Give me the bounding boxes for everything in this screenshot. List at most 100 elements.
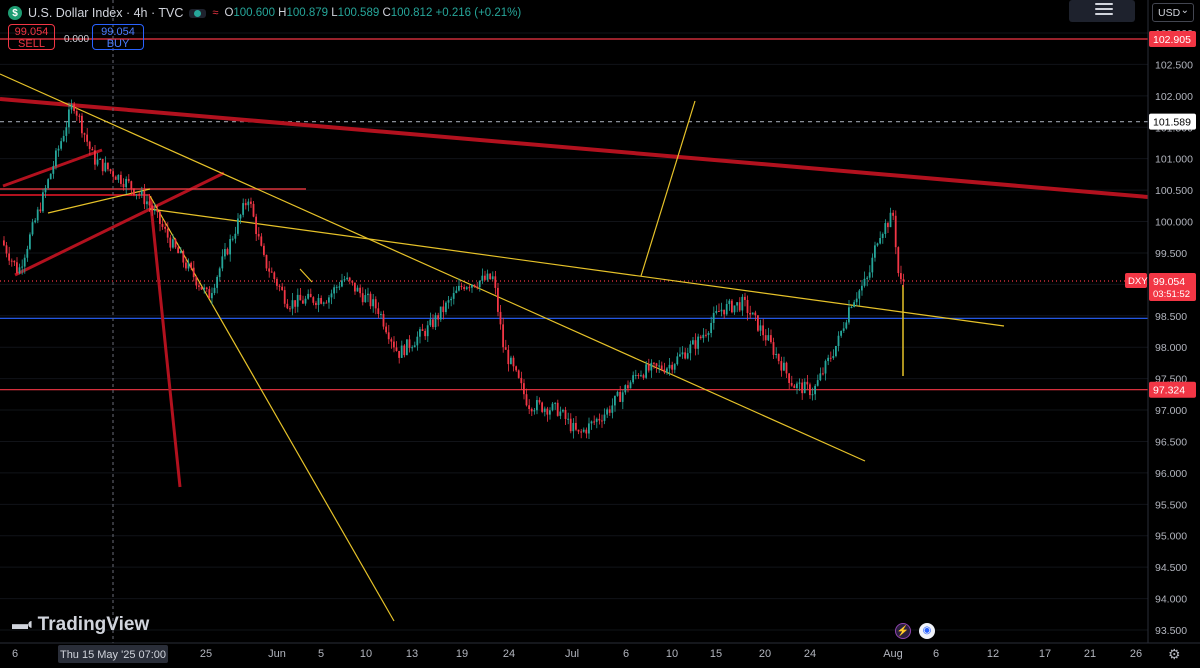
candle-body (445, 302, 447, 313)
candle-body (497, 287, 499, 312)
candle-body (845, 322, 848, 329)
candle-body (489, 273, 491, 279)
market-status[interactable] (189, 8, 207, 18)
candle-body (595, 418, 598, 422)
yellow-trendline-1 (0, 73, 866, 462)
candle-body (606, 409, 608, 415)
candle-body (491, 276, 494, 279)
candle-body (229, 239, 231, 255)
candle-body (715, 310, 718, 313)
candle-body (736, 302, 738, 306)
candle-body (239, 214, 242, 219)
symbol-tag-text: DXY (1128, 276, 1148, 287)
price-tick: 101.000 (1155, 154, 1193, 166)
tv-logo-icon: ▬◖ (12, 616, 35, 633)
candle-body (86, 134, 88, 142)
candle-body (523, 383, 525, 395)
candle-body (291, 300, 294, 309)
time-tick: 12 (987, 648, 999, 660)
candle-body (861, 285, 863, 291)
candle-body (159, 211, 161, 224)
candle-body (702, 334, 705, 339)
candle-body (99, 158, 101, 160)
candle-body (777, 353, 780, 362)
candle-body (546, 408, 549, 415)
candle-body (650, 362, 653, 371)
candle-body (177, 247, 179, 254)
candle-body (380, 313, 382, 315)
price-tick: 93.500 (1155, 625, 1187, 637)
gear-icon[interactable]: ⚙ (1168, 646, 1181, 663)
flag-icon[interactable]: ◉ (919, 623, 935, 639)
candle-body (881, 233, 884, 239)
candle-body (153, 209, 156, 211)
candle-body (348, 277, 351, 281)
candle-body (785, 362, 788, 374)
candle-body (333, 287, 335, 294)
candle-body (283, 290, 286, 304)
candle-body (757, 315, 759, 331)
candle-body (624, 385, 627, 393)
candle-body (517, 370, 520, 378)
candle-body (434, 315, 437, 328)
candle-body (361, 293, 364, 303)
candle-body (190, 262, 192, 268)
buy-price: 99.054 (101, 26, 135, 38)
time-tick: 19 (456, 648, 468, 660)
price-tick: 99.500 (1155, 248, 1187, 260)
candle-body (94, 150, 96, 165)
candle-body (276, 279, 278, 286)
candle-body (718, 310, 720, 312)
candle-body (390, 339, 393, 342)
candle-body (611, 405, 614, 413)
candle-body (424, 330, 426, 337)
buy-button[interactable]: 99.054 BUY (92, 24, 144, 50)
candle-body (603, 414, 606, 421)
candle-body (148, 201, 151, 206)
candle-body (629, 382, 632, 389)
object-tree-button[interactable] (1069, 0, 1135, 22)
candle-body (143, 190, 146, 205)
candle-body (369, 293, 372, 307)
candle-body (125, 178, 127, 188)
wave-icon[interactable]: ≈ (212, 7, 218, 19)
candle-body (842, 328, 845, 331)
candle-body (117, 174, 120, 180)
tradingview-logo[interactable]: ▬◖ TradingView (12, 614, 149, 636)
candle-body (73, 104, 75, 111)
candle-body (273, 272, 276, 280)
current-price-text: 99.054 (1153, 276, 1185, 288)
yellow-trendline-6 (299, 268, 313, 283)
price-tick: 95.500 (1155, 499, 1187, 511)
candle-body (234, 233, 237, 239)
price-tick: 98.000 (1155, 342, 1187, 354)
candle-body (395, 347, 398, 351)
candle-body (484, 275, 486, 280)
candle-body (567, 418, 569, 420)
candle-body (676, 356, 679, 365)
candle-body (463, 287, 465, 290)
candle-body (580, 431, 582, 433)
candle-body (588, 423, 590, 434)
price-chart[interactable]: 103.000102.500102.000101.500101.000100.5… (0, 0, 1200, 668)
currency-select[interactable]: USD (1152, 1, 1194, 22)
candle-body (642, 375, 645, 378)
candle-body (213, 287, 216, 294)
candle-body (221, 256, 224, 269)
candle-body (47, 179, 49, 189)
candle-body (385, 326, 387, 333)
candle-body (257, 234, 260, 237)
candle-body (195, 277, 198, 286)
candle-body (681, 352, 684, 355)
candle-body (499, 311, 502, 325)
candle-body (738, 302, 741, 311)
sell-button[interactable]: 99.054 SELL (8, 24, 55, 50)
symbol-title[interactable]: U.S. Dollar Index · 4h · TVC (28, 6, 183, 20)
candle-body (426, 325, 429, 337)
candle-body (694, 340, 697, 349)
candle-body (679, 354, 681, 357)
candle-body (317, 298, 320, 306)
candle-body (671, 364, 673, 370)
lightning-icon[interactable]: ⚡ (895, 623, 911, 639)
candle-body (3, 240, 5, 246)
